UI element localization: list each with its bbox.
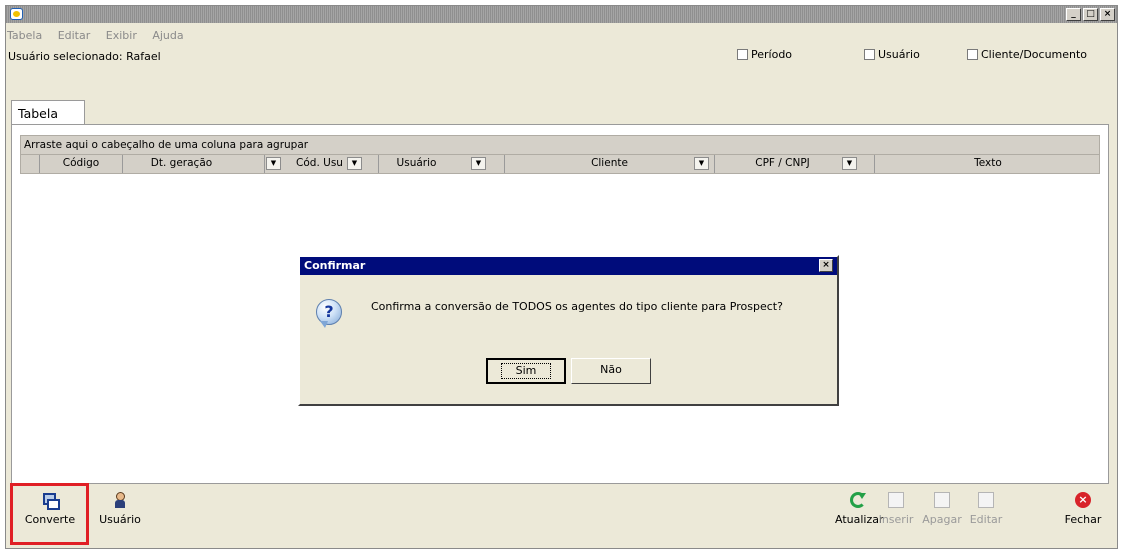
insert-icon (888, 492, 904, 508)
column-dt-geracao[interactable]: Dt. geração (123, 155, 265, 173)
fechar-label: Fechar (1064, 513, 1102, 526)
user-icon (112, 492, 128, 508)
refresh-icon (850, 492, 866, 508)
question-icon-tail (320, 321, 328, 328)
filter-dropdown-dt-geracao[interactable]: ▼ (266, 157, 281, 170)
group-by-panel[interactable]: Arraste aqui o cabeçalho de uma coluna p… (20, 135, 1100, 155)
usuario-label: Usuário (99, 513, 141, 526)
apagar-label: Apagar (922, 513, 962, 526)
column-usuario-label: Usuário (396, 157, 437, 169)
column-codigo[interactable]: Código (40, 155, 123, 173)
filter-dropdown-cliente[interactable]: ▼ (694, 157, 709, 170)
column-cliente-label: Cliente (591, 157, 628, 169)
menu-tabela[interactable]: Tabela (7, 29, 42, 42)
apagar-button[interactable]: Apagar (921, 492, 963, 526)
dialog-title-bar[interactable]: Confirmar × (300, 257, 837, 275)
filter-usuario-label: Usuário (878, 48, 920, 61)
yes-button[interactable]: Sim (486, 358, 566, 384)
dialog-close-button[interactable]: × (819, 259, 833, 272)
checkbox-cliente-documento[interactable] (967, 49, 978, 60)
column-cod-usu-label: Cód. Usu (296, 157, 343, 169)
yes-button-label: Sim (500, 363, 552, 379)
close-icon: × (1075, 492, 1091, 508)
grid-indicator-column (21, 155, 40, 173)
menu-editar[interactable]: Editar (58, 29, 91, 42)
column-texto[interactable]: Texto (875, 155, 1101, 173)
filter-usuario[interactable]: Usuário (864, 48, 920, 61)
usuario-button[interactable]: Usuário (98, 492, 142, 526)
convert-icon (42, 492, 60, 510)
filter-cliente-documento[interactable]: Cliente/Documento (967, 48, 1087, 61)
menu-bar: Tabela Editar Exibir Ajuda (7, 29, 196, 45)
editar-label: Editar (969, 513, 1003, 526)
title-bar[interactable]: _ □ × (6, 6, 1117, 23)
selected-user-label: Usuário selecionado: Rafael (8, 50, 161, 63)
tab-tabela[interactable]: Tabela (11, 100, 85, 125)
filter-dropdown-usuario[interactable]: ▼ (471, 157, 486, 170)
fechar-button[interactable]: × Fechar (1063, 492, 1103, 526)
column-codigo-label: Código (62, 157, 100, 169)
menu-exibir[interactable]: Exibir (106, 29, 137, 42)
column-texto-label: Texto (974, 157, 1002, 169)
converte-label: Converte (24, 513, 76, 526)
converte-button[interactable]: Converte (20, 492, 80, 526)
minimize-button[interactable]: _ (1066, 8, 1081, 21)
inserir-button[interactable]: Inserir (877, 492, 915, 526)
column-cpf-cnpj[interactable]: CPF / CNPJ ▼ (715, 155, 875, 173)
column-cliente[interactable]: Cliente ▼ (505, 155, 715, 173)
filter-cliente-documento-label: Cliente/Documento (981, 48, 1088, 61)
close-window-button[interactable]: × (1100, 8, 1115, 21)
inserir-label: Inserir (878, 513, 914, 526)
app-icon (10, 8, 23, 20)
confirm-dialog: Confirmar × ? Confirma a conversão de TO… (298, 255, 839, 406)
menu-ajuda[interactable]: Ajuda (152, 29, 183, 42)
checkbox-usuario[interactable] (864, 49, 875, 60)
no-button[interactable]: Não (571, 358, 651, 384)
column-usuario[interactable]: Usuário ▼ (379, 155, 505, 173)
filter-dropdown-cpf-cnpj[interactable]: ▼ (842, 157, 857, 170)
filter-dropdown-cod-usu[interactable]: ▼ (347, 157, 362, 170)
column-cod-usu[interactable]: ▼ Cód. Usu ▼ (265, 155, 379, 173)
column-cpf-cnpj-label: CPF / CNPJ (755, 157, 810, 169)
maximize-button[interactable]: □ (1083, 8, 1098, 21)
dialog-title: Confirmar (304, 259, 366, 272)
editar-button[interactable]: Editar (967, 492, 1005, 526)
edit-icon (978, 492, 994, 508)
grid-header: Código Dt. geração ▼ Cód. Usu ▼ Usuário … (20, 155, 1100, 174)
column-dt-geracao-label: Dt. geração (150, 157, 213, 169)
dialog-message: Confirma a conversão de TODOS os agentes… (371, 300, 783, 313)
checkbox-periodo[interactable] (737, 49, 748, 60)
filter-periodo[interactable]: Período (737, 48, 792, 61)
delete-icon (934, 492, 950, 508)
atualizar-button[interactable]: Atualizar (835, 492, 884, 526)
filter-periodo-label: Período (751, 48, 793, 61)
